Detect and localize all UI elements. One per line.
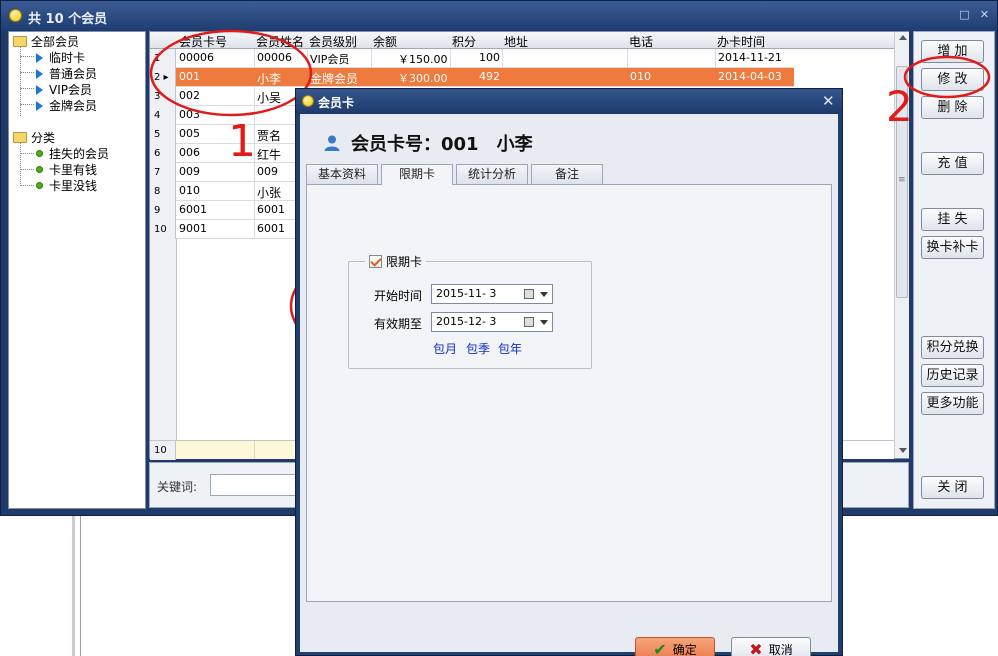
link-yearly[interactable]: 包年 xyxy=(498,340,522,357)
ok-label: 确定 xyxy=(672,643,697,656)
annotation-circle-2 xyxy=(903,55,991,99)
start-date-picker[interactable]: 2015-11- 3 xyxy=(431,284,553,304)
limited-card-toggle[interactable]: 限期卡 xyxy=(365,253,427,270)
close-icon[interactable]: ✕ xyxy=(822,92,835,110)
tab-basic-info[interactable]: 基本资料 xyxy=(306,164,378,184)
end-date-picker[interactable]: 2015-12- 3 xyxy=(431,312,553,332)
limited-card-group: 限期卡 开始时间 2015-11- 3 有效期至 2015-12- 3 包月 包… xyxy=(348,253,592,369)
link-quarterly[interactable]: 包季 xyxy=(466,340,490,357)
dialog-title: 会员卡 xyxy=(318,96,355,110)
cross-icon: ✖ xyxy=(749,640,763,656)
user-icon xyxy=(324,135,340,151)
checkbox-checked-icon[interactable] xyxy=(369,255,382,268)
chevron-down-icon[interactable] xyxy=(540,320,548,325)
start-date-value: 2015-11- 3 xyxy=(436,287,497,300)
dialog-titlebar[interactable]: 会员卡 ✕ xyxy=(296,89,842,114)
dialog-body: 会员卡号：001 小李 基本资料 限期卡 统计分析 备注 限期卡 开始时间 20… xyxy=(300,114,838,656)
group-label: 限期卡 xyxy=(386,255,423,269)
tab-notes[interactable]: 备注 xyxy=(531,164,603,184)
check-icon: ✔ xyxy=(653,640,667,656)
ok-button[interactable]: ✔ 确定 xyxy=(635,637,715,656)
valid-until-label: 有效期至 xyxy=(374,317,423,331)
app-icon xyxy=(302,95,314,107)
end-date-value: 2015-12- 3 xyxy=(436,315,497,328)
card-header-text: 会员卡号：001 小李 xyxy=(351,134,533,155)
cancel-label: 取消 xyxy=(768,643,793,656)
tab-statistics[interactable]: 统计分析 xyxy=(456,164,528,184)
tab-limited-card[interactable]: 限期卡 xyxy=(381,164,453,185)
start-time-label: 开始时间 xyxy=(374,289,423,303)
link-monthly[interactable]: 包月 xyxy=(433,340,457,357)
cancel-button[interactable]: ✖ 取消 xyxy=(731,637,811,656)
annotation-circle-1 xyxy=(149,29,313,117)
card-header: 会员卡号：001 小李 xyxy=(323,130,533,156)
calendar-icon[interactable] xyxy=(524,289,534,299)
limited-card-panel: 限期卡 开始时间 2015-11- 3 有效期至 2015-12- 3 包月 包… xyxy=(306,184,832,602)
member-card-dialog: 会员卡 ✕ 会员卡号：001 小李 基本资料 限期卡 统计分析 备注 限期卡 开… xyxy=(295,88,843,656)
annotation-number-2: 2 xyxy=(886,82,913,131)
chevron-down-icon[interactable] xyxy=(540,292,548,297)
annotation-number-1: 1 xyxy=(228,116,256,167)
calendar-icon[interactable] xyxy=(524,317,534,327)
